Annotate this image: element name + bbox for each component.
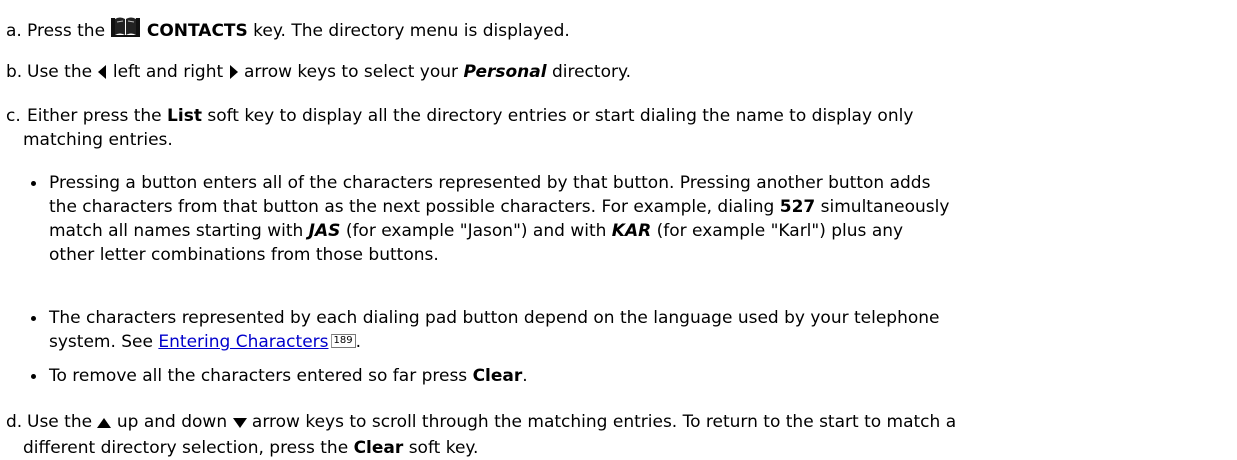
step-text-continued: matching entries. — [23, 130, 173, 150]
document-body: a. Press the CONTACTS key. The directory … — [0, 0, 1237, 458]
bullet-text: Pressing a button enters all of the char… — [49, 173, 931, 193]
bullet-text: system. See — [49, 332, 153, 352]
example-letters-kar: KAR — [611, 221, 652, 241]
bullet-text: . — [355, 332, 361, 352]
step-text: Use the — [27, 62, 93, 82]
up-arrow-icon — [97, 412, 112, 436]
down-arrow-icon — [232, 412, 247, 436]
example-digits: 527 — [779, 197, 816, 217]
step-c: c. Either press the List soft key to disp… — [6, 104, 1229, 152]
step-label: c. — [6, 106, 21, 126]
step-text: arrow keys to select your — [243, 62, 459, 82]
step-text: soft key. — [408, 438, 479, 458]
step-text: directory. — [551, 62, 632, 82]
bullet-text: . — [522, 366, 528, 386]
list-item: To remove all the characters entered so … — [29, 364, 1229, 388]
clear-softkey-name: Clear — [353, 438, 404, 458]
step-text: Press the — [27, 21, 106, 41]
bullet-text: The characters represented by each diali… — [49, 308, 940, 328]
list-item: The characters represented by each diali… — [29, 306, 1229, 354]
bullet-text: the characters from that button as the n… — [49, 197, 775, 217]
personal-directory-name: Personal — [463, 62, 547, 82]
step-text: Either press the — [27, 106, 162, 126]
step-label: a. — [6, 21, 22, 41]
step-text: soft key to display all the directory en… — [207, 106, 914, 126]
step-d: d. Use the up and down arrow keys to scro… — [6, 410, 1229, 460]
bullet-text: simultaneously — [820, 197, 950, 217]
example-letters-jas: JAS — [308, 221, 341, 241]
step-a: a. Press the CONTACTS key. The directory … — [6, 16, 1229, 45]
bullet-list: The characters represented by each diali… — [29, 306, 1229, 354]
step-text: arrow keys to scroll through the matchin… — [251, 412, 957, 432]
bullet-text: (for example "Jason") and with — [345, 221, 607, 241]
step-text: Use the — [27, 412, 93, 432]
list-item: Pressing a button enters all of the char… — [29, 171, 1229, 267]
step-b: b. Use the left and right arrow keys to s… — [6, 60, 1229, 86]
step-text: different directory selection, press the — [23, 438, 349, 458]
entering-characters-link[interactable]: Entering Characters — [158, 332, 328, 352]
list-softkey-name: List — [167, 106, 202, 126]
bullet-text: match all names starting with — [49, 221, 304, 241]
step-text: left and right — [112, 62, 224, 82]
bullet-text: (for example "Karl") plus any — [656, 221, 904, 241]
right-arrow-icon — [229, 62, 239, 86]
bullet-list: Pressing a button enters all of the char… — [29, 171, 1229, 267]
step-text-continued: different directory selection, press the… — [6, 436, 1229, 460]
contacts-key-name: CONTACTS — [146, 21, 248, 41]
step-label: d. — [6, 412, 23, 432]
left-arrow-icon — [97, 62, 107, 86]
step-text: key. The directory menu is displayed. — [253, 21, 570, 41]
step-text: up and down — [116, 412, 228, 432]
book-icon — [110, 16, 141, 45]
bullet-text: other letter combinations from those but… — [49, 245, 439, 265]
page-reference[interactable]: 189 — [330, 334, 356, 348]
step-label: b. — [6, 62, 23, 82]
bullet-text: To remove all the characters entered so … — [49, 366, 468, 386]
bullet-list: To remove all the characters entered so … — [29, 364, 1229, 388]
clear-key-name: Clear — [472, 366, 523, 386]
